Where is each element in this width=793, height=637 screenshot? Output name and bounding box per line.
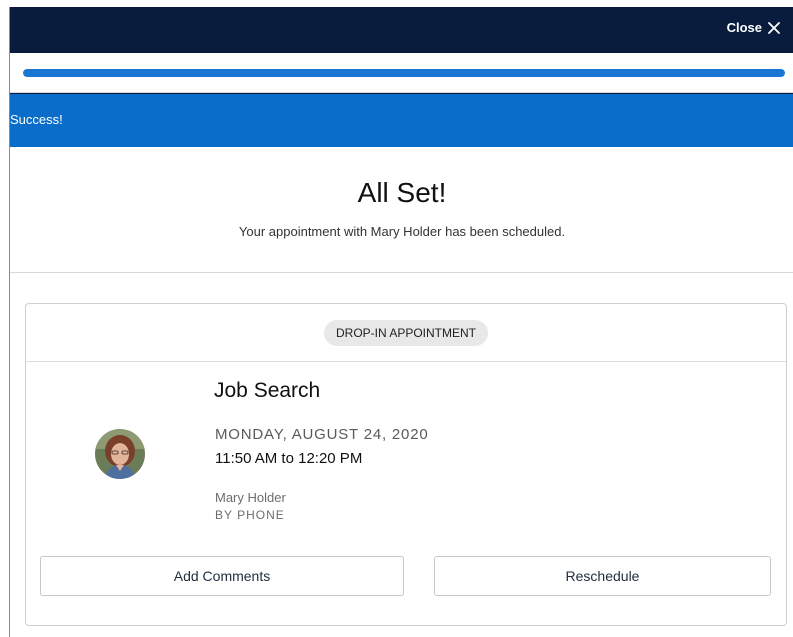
appointment-dialog: Close Success! All Set! Your appointment… [9, 7, 793, 637]
close-icon [768, 21, 780, 34]
appointment-type-badge: DROP-IN APPOINTMENT [323, 319, 488, 346]
appointment-card: DROP-IN APPOINTMENT Job Search MONDAY, A… [25, 303, 787, 626]
dialog-header: Close [10, 7, 793, 53]
appointment-title: Job Search [214, 379, 321, 402]
progress-bar [23, 69, 785, 77]
advisor-name: Mary Holder [215, 490, 286, 505]
progress-section [10, 53, 793, 93]
appointment-time: 11:50 AM to 12:20 PM [215, 450, 363, 467]
confirmation-message: Your appointment with Mary Holder has be… [238, 224, 566, 239]
meeting-method: BY PHONE [215, 508, 285, 522]
add-comments-button[interactable]: Add Comments [40, 556, 404, 596]
progress-fill [23, 69, 785, 77]
success-alert: Success! [10, 93, 793, 147]
page-title: All Set! [357, 177, 447, 208]
reschedule-button[interactable]: Reschedule [434, 556, 771, 596]
appointment-card-header: DROP-IN APPOINTMENT [26, 304, 786, 362]
avatar [95, 429, 145, 479]
success-message: Success! [10, 112, 63, 127]
close-label: Close [726, 20, 762, 35]
confirmation-hero: All Set! Your appointment with Mary Hold… [10, 147, 793, 273]
close-button[interactable]: Close [727, 20, 780, 35]
appointment-date: MONDAY, AUGUST 24, 2020 [215, 426, 429, 443]
